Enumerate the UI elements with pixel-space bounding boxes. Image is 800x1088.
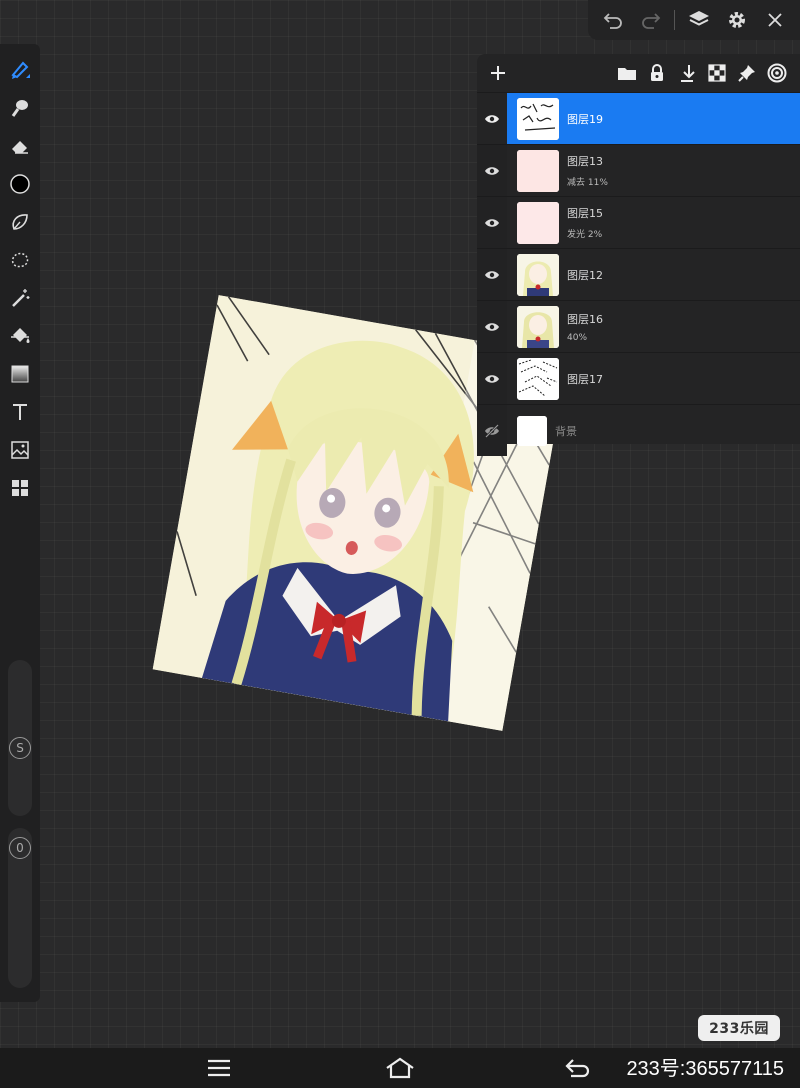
lasso-icon[interactable] [4,206,36,238]
layer-thumbnail [517,201,559,244]
eye-icon[interactable] [477,249,507,300]
layer-thumbnail [517,97,559,140]
layer-blend-mode: 减去 11% [567,178,608,188]
brush-size-label: S [16,741,24,755]
color-icon[interactable] [4,168,36,200]
layer-row[interactable]: 图层13 减去 11% [477,144,800,196]
gradient-icon[interactable] [4,358,36,390]
fill-icon[interactable] [4,320,36,352]
layers-panel: 图层19 图层13 减去 11% 图层15 发光 2% 图层12 图层16 40… [477,54,800,456]
smudge-icon[interactable] [4,92,36,124]
layers-panel-header [477,54,800,92]
navigation-bar: 233号:365577115 [0,1048,800,1088]
layer-row[interactable]: 图层19 [477,92,800,144]
top-bar [588,0,800,40]
layer-thumbnail [517,253,559,296]
layer-name: 图层17 [567,372,603,386]
menu-icon[interactable] [199,1053,239,1083]
layer-name: 图层16 [567,312,603,326]
eye-icon[interactable] [477,93,507,144]
transparency-icon[interactable] [702,60,732,86]
undo-icon[interactable] [598,5,628,35]
layer-row[interactable]: 图层12 [477,248,800,300]
target-icon[interactable] [762,60,792,86]
layer-thumbnail [517,415,547,446]
close-icon[interactable] [760,5,790,35]
folder-icon[interactable] [612,60,642,86]
back-icon[interactable] [560,1053,596,1083]
layer-opacity: 40% [567,332,588,343]
merge-down-icon[interactable] [672,60,702,86]
layer-row[interactable]: 背景 [477,404,800,456]
opacity-label: 0 [16,841,24,855]
home-icon[interactable] [380,1053,420,1083]
image-icon[interactable] [4,434,36,466]
redo-icon[interactable] [636,5,666,35]
layer-row[interactable]: 图层16 40% [477,300,800,352]
magic-wand-icon[interactable] [4,282,36,314]
pin-icon[interactable] [732,60,762,86]
lock-icon[interactable] [642,60,672,86]
brush-size-knob[interactable]: S [9,737,31,759]
layer-row[interactable]: 图层15 发光 2% [477,196,800,248]
layer-blend-mode: 发光 2% [567,230,603,240]
layer-name: 图层15 [567,207,603,220]
grid-icon[interactable] [4,472,36,504]
layer-thumbnail [517,357,559,400]
layer-name: 图层19 [567,112,603,126]
eraser-icon[interactable] [4,130,36,162]
eye-hidden-icon[interactable] [477,405,507,456]
divider [674,10,676,30]
user-id-text: 233号:365577115 [626,1058,784,1080]
eye-icon[interactable] [477,197,507,248]
settings-icon[interactable] [722,5,752,35]
brush-icon[interactable] [4,54,36,86]
eye-icon[interactable] [477,353,507,404]
layer-name: 图层12 [567,268,603,282]
eye-icon[interactable] [477,301,507,352]
layers-icon[interactable] [684,5,714,35]
layer-thumbnail [517,305,559,348]
left-toolbar: S 0 [0,44,40,1002]
text-icon[interactable] [4,396,36,428]
layer-name: 图层13 [567,155,603,168]
selection-icon[interactable] [4,244,36,276]
layer-row[interactable]: 图层17 [477,352,800,404]
add-layer-icon[interactable] [485,60,511,86]
layer-thumbnail [517,149,559,192]
layer-name: 背景 [555,424,577,438]
eye-icon[interactable] [477,145,507,196]
watermark-logo: 233乐园 [698,1015,780,1041]
opacity-knob[interactable]: 0 [9,837,31,859]
